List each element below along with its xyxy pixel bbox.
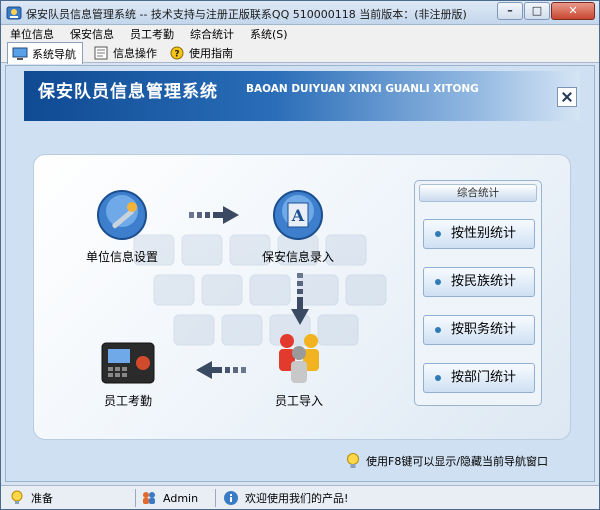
book-icon: A <box>273 190 323 240</box>
menu-guard-info[interactable]: 保安信息 <box>61 25 121 41</box>
stat-by-gender-button[interactable]: 按性别统计 <box>423 219 535 249</box>
help-icon: ? <box>170 46 184 59</box>
bullet-icon <box>435 231 441 237</box>
stat-by-position-button[interactable]: 按职务统计 <box>423 315 535 345</box>
status-user: Admin <box>141 489 198 507</box>
menu-bar: 单位信息 保安信息 员工考勤 综合统计 系统(S) <box>1 25 599 41</box>
monitor-icon <box>12 47 28 60</box>
user-group-icon <box>143 492 155 504</box>
document-icon <box>94 46 108 59</box>
menu-attendance[interactable]: 员工考勤 <box>121 25 181 41</box>
hint-text: 使用F8键可以显示/隐藏当前导航窗口 <box>366 455 549 468</box>
time-clock-icon <box>101 342 155 384</box>
hint-bar: 使用F8键可以显示/隐藏当前导航窗口 <box>344 452 548 470</box>
arrow-down-icon <box>291 273 309 325</box>
tab-system-nav[interactable]: 系统导航 <box>7 42 83 64</box>
close-panel-button[interactable] <box>557 87 577 107</box>
nav-attendance[interactable]: 员工考勤 <box>100 341 156 409</box>
nav-staff-import[interactable]: 员工导入 <box>274 331 324 409</box>
tab-user-guide[interactable]: ? 使用指南 <box>165 42 239 63</box>
arrow-right-icon <box>189 206 239 224</box>
stat-label: 按性别统计 <box>451 226 517 241</box>
status-divider <box>135 489 136 507</box>
nav-guard-info-entry[interactable]: A 保安信息录入 <box>262 189 334 265</box>
banner-subtitle: BAOAN DUIYUAN XINXI GUANLI XITONG <box>246 83 479 95</box>
welcome-text: 欢迎使用我们的产品! <box>245 492 349 505</box>
close-window-button[interactable]: ✕ <box>551 2 595 20</box>
statistics-header: 综合统计 <box>419 184 537 202</box>
status-text: 准备 <box>31 492 53 505</box>
title-bar: 保安队员信息管理系统 -- 技术支持与注册正版联系QQ 510000118 当前… <box>1 1 599 25</box>
people-group-icon <box>279 334 319 383</box>
nav-label: 保安信息录入 <box>262 250 335 264</box>
navigation-panel: 保安队员信息管理系统 BAOAN DUIYUAN XINXI GUANLI XI… <box>5 65 595 482</box>
nav-label: 员工考勤 <box>103 394 152 408</box>
stat-by-department-button[interactable]: 按部门统计 <box>423 363 535 393</box>
banner: 保安队员信息管理系统 BAOAN DUIYUAN XINXI GUANLI XI… <box>24 71 580 121</box>
tab-label: 系统导航 <box>32 47 76 61</box>
status-divider <box>215 489 216 507</box>
stat-label: 按民族统计 <box>451 274 517 289</box>
stat-label: 按职务统计 <box>451 322 517 337</box>
lightbulb-icon <box>347 453 359 468</box>
bullet-icon <box>435 375 441 381</box>
tab-label: 信息操作 <box>113 46 157 60</box>
banner-title: 保安队员信息管理系统 <box>38 82 218 102</box>
tab-label: 使用指南 <box>189 46 233 60</box>
bullet-icon <box>435 327 441 333</box>
info-icon <box>224 491 238 505</box>
stat-label: 按部门统计 <box>451 370 517 385</box>
tab-info-operation[interactable]: 信息操作 <box>89 42 163 63</box>
minimize-button[interactable]: – <box>497 2 523 20</box>
bullet-icon <box>435 279 441 285</box>
nav-label: 员工导入 <box>274 394 323 408</box>
menu-statistics[interactable]: 综合统计 <box>181 25 241 41</box>
stat-by-ethnicity-button[interactable]: 按民族统计 <box>423 267 535 297</box>
status-bulb-icon <box>11 490 23 504</box>
user-name: Admin <box>163 491 199 505</box>
app-icon <box>6 6 22 20</box>
status-welcome: 欢迎使用我们的产品! <box>223 489 348 507</box>
workflow-area: 单位信息设置 A 保安信息录入 员工导入 员工考勤 综合统计 按性别统计 按民族… <box>33 154 571 440</box>
svg-text:?: ? <box>174 49 179 59</box>
statistics-box: 综合统计 按性别统计 按民族统计 按职务统计 按部门统计 <box>414 180 542 406</box>
toolbar: 系统导航 信息操作 ? 使用指南 <box>1 41 599 64</box>
maximize-button[interactable]: □ <box>524 2 550 20</box>
app-window: 保安队员信息管理系统 -- 技术支持与注册正版联系QQ 510000118 当前… <box>0 0 600 510</box>
arrow-left-icon <box>196 361 246 379</box>
status-bar: 准备 Admin 欢迎使用我们的产品! <box>1 485 599 509</box>
menu-system[interactable]: 系统(S) <box>241 25 295 41</box>
svg-text:A: A <box>291 206 305 225</box>
menu-unit-info[interactable]: 单位信息 <box>1 25 61 41</box>
nav-label: 单位信息设置 <box>86 250 159 264</box>
window-title: 保安队员信息管理系统 -- 技术支持与注册正版联系QQ 510000118 当前… <box>26 8 467 21</box>
nav-unit-info-setting[interactable]: 单位信息设置 <box>86 189 158 265</box>
settings-tools-icon <box>97 190 147 240</box>
status-ready: 准备 <box>9 489 53 507</box>
